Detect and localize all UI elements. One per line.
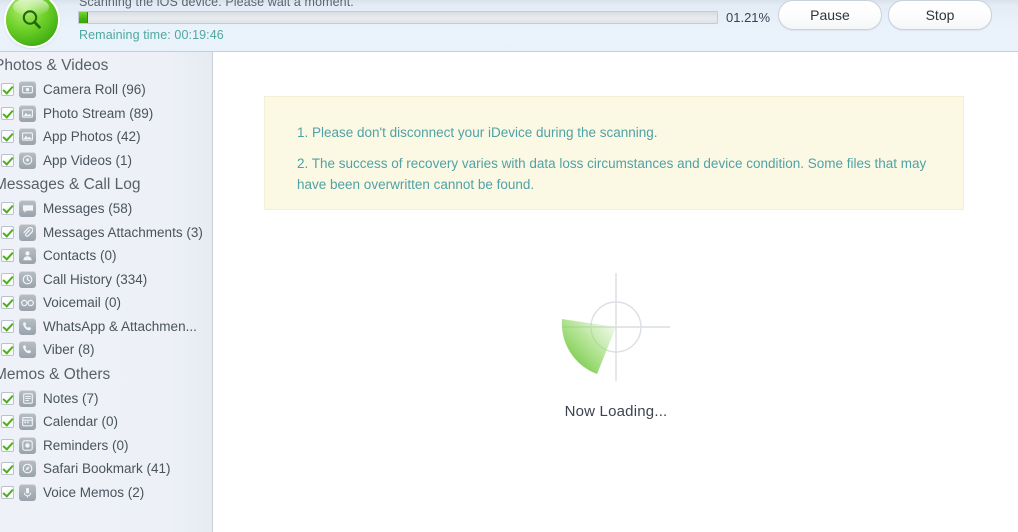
item-checkbox[interactable] — [1, 202, 14, 216]
radar-scanner-icon — [556, 267, 676, 387]
scan-progress-bar — [78, 11, 718, 24]
sidebar-item-label: WhatsApp & Attachmen... — [43, 318, 197, 334]
main-panel: 1. Please don't disconnect your iDevice … — [214, 52, 1018, 532]
sidebar-item-label: App Photos (42) — [43, 129, 141, 145]
sidebar-item[interactable]: Camera Roll (96) — [0, 78, 212, 102]
sidebar-group-title: Memos & Others — [0, 365, 111, 383]
item-checkbox[interactable] — [1, 130, 14, 144]
sidebar-item-label: Voice Memos (2) — [43, 484, 145, 500]
item-checkbox[interactable] — [1, 319, 14, 333]
remaining-time-label: Remaining time: 00:19:46 — [79, 28, 224, 42]
sidebar-item-label: Safari Bookmark (41) — [43, 461, 171, 477]
sidebar-item-label: Reminders (0) — [43, 437, 129, 453]
photo-icon — [19, 128, 36, 146]
phone-icon — [19, 341, 36, 359]
item-checkbox[interactable] — [1, 225, 14, 239]
item-checkbox[interactable] — [1, 485, 14, 499]
sidebar-item-label: Call History (334) — [43, 271, 148, 287]
sidebar-item-label: Photo Stream (89) — [43, 105, 154, 121]
item-checkbox[interactable] — [1, 249, 14, 263]
paperclip-icon — [19, 223, 36, 241]
item-checkbox[interactable] — [1, 462, 14, 476]
sidebar-item-label: Notes (7) — [43, 390, 99, 406]
notice-line-1: 1. Please don't disconnect your iDevice … — [297, 125, 658, 140]
notice-line-2: 2. The success of recovery varies with d… — [297, 155, 927, 192]
compass-icon — [19, 460, 36, 478]
sidebar-item-label: Messages (58) — [43, 201, 133, 217]
loading-text: Now Loading... — [564, 403, 668, 420]
item-checkbox[interactable] — [1, 272, 14, 286]
sidebar-item[interactable]: App Videos (1) — [0, 149, 212, 173]
app-window: Scanning the iOS device. Please wait a m… — [0, 0, 1018, 532]
sidebar-item[interactable]: Safari Bookmark (41) — [0, 457, 212, 481]
item-checkbox[interactable] — [1, 106, 14, 120]
scan-progress-header: Scanning the iOS device. Please wait a m… — [0, 0, 1018, 52]
sidebar-item[interactable]: Voice Memos (2) — [0, 481, 212, 505]
sidebar-item-label: Voicemail (0) — [43, 295, 122, 311]
sidebar-item[interactable]: Notes (7) — [0, 387, 212, 411]
sidebar-item[interactable]: Voicemail (0) — [0, 291, 212, 315]
calendar-icon — [19, 413, 36, 431]
camera-icon — [19, 81, 36, 99]
voicemail-icon — [19, 294, 36, 312]
item-checkbox[interactable] — [1, 391, 14, 405]
item-checkbox[interactable] — [1, 153, 14, 167]
sidebar-item[interactable]: Call History (334) — [0, 268, 212, 292]
stop-button[interactable]: Stop — [888, 0, 992, 30]
sidebar-item[interactable]: Calendar (0) — [0, 410, 212, 434]
scan-notice-box: 1. Please don't disconnect your iDevice … — [264, 96, 964, 210]
sidebar-group-title: Messages & Call Log — [0, 176, 141, 193]
video-icon — [19, 151, 36, 169]
scan-progress-fill — [79, 12, 88, 23]
loading-indicator: Now Loading... — [214, 267, 1018, 420]
item-checkbox[interactable] — [1, 415, 14, 429]
sidebar-item[interactable]: Viber (8) — [0, 338, 212, 362]
data-type-sidebar[interactable]: Photos & Videos Camera Roll (96) Photo Str… — [0, 52, 213, 532]
sidebar-item-label: Messages Attachments (3) — [43, 224, 203, 240]
note-icon — [19, 389, 36, 407]
sidebar-group-title: Photos & Videos — [0, 57, 109, 74]
item-checkbox[interactable] — [1, 83, 14, 97]
sidebar-item[interactable]: App Photos (42) — [0, 125, 212, 149]
sidebar-item[interactable]: Messages Attachments (3) — [0, 221, 212, 245]
sidebar-item-label: Calendar (0) — [43, 414, 119, 430]
sidebar-item-label: Camera Roll (96) — [43, 82, 146, 98]
item-checkbox[interactable] — [1, 438, 14, 452]
sidebar-item-label: Viber (8) — [43, 342, 95, 358]
phone-icon — [19, 317, 36, 335]
item-checkbox[interactable] — [1, 343, 14, 357]
pause-button[interactable]: Pause — [778, 0, 882, 30]
sidebar-item[interactable]: Reminders (0) — [0, 434, 212, 458]
sidebar-item-label: Contacts (0) — [43, 248, 117, 264]
sidebar-item[interactable]: Messages (58) — [0, 197, 212, 221]
sidebar-item-label: App Videos (1) — [43, 152, 133, 168]
contact-icon — [19, 247, 36, 265]
sidebar-item[interactable]: Photo Stream (89) — [0, 102, 212, 126]
item-checkbox[interactable] — [1, 296, 14, 310]
sidebar-item[interactable]: Contacts (0) — [0, 244, 212, 268]
clock-icon — [19, 270, 36, 288]
reminder-icon — [19, 436, 36, 454]
message-icon — [19, 200, 36, 218]
sidebar-item[interactable]: WhatsApp & Attachmen... — [0, 315, 212, 339]
progress-percent-label: 01.21% — [726, 10, 771, 25]
scan-status-text: Scanning the iOS device. Please wait a m… — [79, 0, 354, 9]
magnifier-icon — [6, 0, 58, 46]
microphone-icon — [19, 483, 36, 501]
photo-icon — [19, 104, 36, 122]
